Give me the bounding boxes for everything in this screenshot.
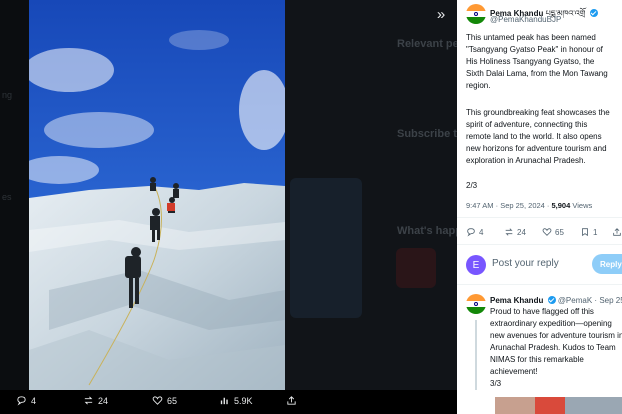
- stat-likes[interactable]: 65: [542, 227, 564, 237]
- reply-icon: [467, 228, 475, 237]
- tweet-line: spirit of adventure, connecting this: [466, 120, 588, 129]
- bookmark-icon: [582, 228, 588, 237]
- heart-icon: [152, 396, 163, 405]
- collapse-panel-button[interactable]: »: [428, 3, 454, 25]
- divider: [457, 244, 622, 245]
- share-icon: [613, 228, 621, 236]
- user-avatar-letter: E: [472, 259, 480, 271]
- reply-count: 4: [31, 395, 37, 406]
- tweet-line: Sixth Dalai Lama, from the Mon Tawang: [466, 69, 608, 78]
- reply-author-name-text: Pema Khandu: [490, 296, 544, 305]
- reply-author-avatar[interactable]: [466, 294, 486, 314]
- bg-card: [290, 178, 362, 318]
- reply-action[interactable]: 4: [16, 395, 36, 406]
- reply-text: Proud to have flagged off this extraordi…: [490, 306, 622, 378]
- reply-icon: [17, 396, 26, 406]
- stat-replies[interactable]: 4: [466, 227, 483, 237]
- tweet-photo[interactable]: [29, 0, 285, 390]
- divider: [457, 217, 622, 218]
- like-action[interactable]: 65: [152, 395, 177, 406]
- stat-bookmarks[interactable]: 1: [580, 227, 597, 237]
- repost-action[interactable]: 24: [83, 395, 108, 406]
- views-count: 5.9K: [234, 395, 253, 406]
- verified-badge-icon: [547, 296, 556, 304]
- stat-reposts-count: 24: [517, 227, 526, 237]
- bg-thumb: [396, 248, 436, 288]
- repost-count: 24: [98, 395, 109, 406]
- repost-icon: [84, 396, 93, 405]
- double-chevron-right-icon: »: [436, 5, 446, 23]
- mountain-climbers-photo: [29, 0, 285, 390]
- reply-date: Sep 25: [599, 296, 622, 305]
- share-action[interactable]: [286, 395, 297, 406]
- reply-line: Arunachal Pradesh. Kudos to Team: [490, 343, 616, 352]
- stat-replies-count: 4: [479, 227, 484, 237]
- reply-counter: 3/3: [490, 379, 502, 388]
- thread-counter: 2/3: [466, 181, 478, 190]
- tweet-views-label: Views: [572, 201, 593, 210]
- tweet-line: "Tsangyang Gyatso Peak" in honour of: [466, 45, 603, 54]
- tweet-detail-panel: Pema Khandu པདྨ་མཁའ་འགྲོ @PemaKhanduBJP …: [457, 0, 622, 414]
- tweet-date[interactable]: Sep 25, 2024: [500, 201, 545, 210]
- bar-chart-icon: [220, 397, 228, 405]
- tweet-line: This groundbreaking feat showcases the: [466, 108, 610, 117]
- stat-share[interactable]: [612, 227, 622, 237]
- share-icon: [287, 396, 296, 405]
- bg-left-fragment: es: [2, 192, 12, 202]
- reply-line: NIMAS for this remarkable: [490, 355, 584, 364]
- reply-line: achievement!: [490, 367, 538, 376]
- author-avatar[interactable]: [466, 4, 486, 24]
- stat-likes-count: 65: [555, 227, 564, 237]
- reply-line: extraordinary expedition—opening: [490, 319, 612, 328]
- tweet-line: This untamed peak has been named: [466, 33, 596, 42]
- thread-line: [475, 320, 477, 390]
- tweet-time[interactable]: 9:47 AM: [466, 201, 494, 210]
- reply-line: new avenues for adventure tourism in: [490, 331, 622, 340]
- reply-line: Proud to have flagged off this: [490, 307, 594, 316]
- stat-bookmarks-count: 1: [593, 227, 598, 237]
- verified-badge-icon: [589, 9, 598, 17]
- media-action-bar: 4 24 65 5.9K: [0, 390, 457, 414]
- tweet-line: new horizons for adventure tourism and: [466, 144, 607, 153]
- heart-icon: [542, 228, 552, 236]
- like-count: 65: [167, 395, 178, 406]
- reply-button[interactable]: Reply: [592, 254, 622, 274]
- reply-input[interactable]: Post your reply: [492, 258, 559, 269]
- tweet-text: This untamed peak has been named "Tsangy…: [466, 32, 608, 92]
- reply-author-handle: @PemaK: [557, 296, 593, 305]
- reply-author-name[interactable]: Pema Khandu @PemaK · Sep 25: [490, 296, 622, 305]
- divider: [457, 284, 622, 285]
- tweet-line: remote land to the world. It also opens: [466, 132, 602, 141]
- tweet-line: His Holiness Tsangyang Gyatso, the: [466, 57, 595, 66]
- bg-left-fragment: ng: [2, 90, 13, 100]
- tweet-text-2: This groundbreaking feat showcases the s…: [466, 107, 610, 167]
- repost-icon: [505, 228, 513, 236]
- user-avatar[interactable]: E: [466, 255, 486, 275]
- tweet-line: exploration in Arunachal Pradesh.: [466, 156, 586, 165]
- views-action[interactable]: 5.9K: [219, 395, 253, 406]
- tweet-meta: 9:47 AM · Sep 25, 2024 · 5,904 Views: [466, 201, 593, 210]
- stat-reposts[interactable]: 24: [504, 227, 526, 237]
- tweet-line: region.: [466, 81, 491, 90]
- reply-image-preview[interactable]: [495, 397, 622, 414]
- tweet-views: 5,904: [551, 201, 571, 210]
- author-handle[interactable]: @PemaKhanduBJP: [490, 15, 561, 24]
